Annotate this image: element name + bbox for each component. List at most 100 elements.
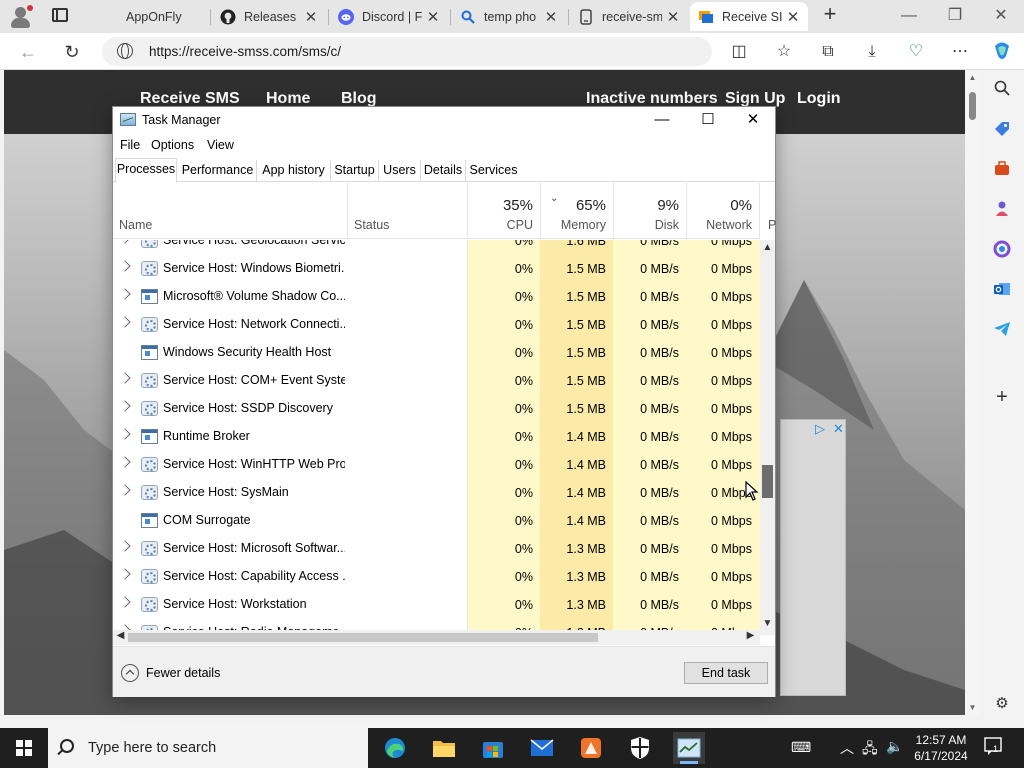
disk-column-header[interactable]: 9% Disk <box>613 183 686 239</box>
close-tab-icon[interactable]: ✕ <box>304 8 318 26</box>
address-bar[interactable]: https://receive-smss.com/sms/c/ <box>102 37 712 66</box>
table-row[interactable]: Microsoft® Volume Shadow Co... 0% 1.5 MB 0 … <box>113 282 760 310</box>
task-manager-titlebar[interactable]: Task Manager — ☐ ✕ <box>113 107 775 133</box>
fewer-details-chevron-icon[interactable] <box>121 664 139 682</box>
network-column-header[interactable]: 0% Network <box>686 183 759 239</box>
scroll-down-arrow-icon[interactable]: ▼ <box>760 618 775 629</box>
browser-essentials-icon[interactable]: ♡ <box>904 40 928 64</box>
fewer-details-link[interactable]: Fewer details <box>146 666 220 680</box>
horizontal-scroll-thumb[interactable] <box>128 633 598 642</box>
close-tab-icon[interactable]: ✕ <box>426 8 440 26</box>
tab-users[interactable]: Users <box>379 160 421 182</box>
expand-chevron-icon[interactable] <box>119 372 131 384</box>
table-row[interactable]: Service Host: WinHTTP Web Pro... 0% 1.4 MB… <box>113 450 760 478</box>
table-row[interactable]: Service Host: Microsoft Softwar... 0% 1.3 … <box>113 534 760 562</box>
network-icon[interactable]: 🖧 <box>862 738 878 762</box>
downloads-icon[interactable]: ⤓ <box>860 40 884 64</box>
volume-icon[interactable]: 🔈 <box>886 738 903 755</box>
file-explorer-icon[interactable] <box>428 732 460 764</box>
expand-chevron-icon[interactable] <box>119 456 131 468</box>
action-center-keyboard-icon[interactable]: ⌨ <box>791 739 811 756</box>
copilot-icon[interactable] <box>990 40 1014 64</box>
games-icon[interactable] <box>990 200 1014 224</box>
cpu-column-header[interactable]: 35% CPU <box>467 183 540 239</box>
scroll-left-arrow-icon[interactable]: ◀ <box>113 630 128 641</box>
edge-icon[interactable] <box>379 732 411 764</box>
ad-banner[interactable]: ▷ ✕ <box>780 419 846 696</box>
table-row[interactable]: Service Host: SSDP Discovery 0% 1.5 MB 0 MB… <box>113 394 760 422</box>
expand-chevron-icon[interactable] <box>119 400 131 412</box>
page-scrollbar[interactable]: ▲ ▼ <box>965 70 980 715</box>
tab-processes[interactable]: Processes <box>115 158 177 183</box>
end-task-button[interactable]: End task <box>684 662 768 684</box>
shopping-tag-icon[interactable] <box>990 120 1014 144</box>
table-row[interactable]: Service Host: COM+ Event Syste... 0% 1.5 M… <box>113 366 760 394</box>
tab-app-history[interactable]: App history <box>257 160 331 182</box>
tab-actions-icon[interactable] <box>52 8 68 22</box>
expand-chevron-icon[interactable] <box>119 288 131 300</box>
tm-minimize-icon[interactable]: — <box>639 107 685 133</box>
table-row[interactable]: Service Host: Capability Access ... 0% 1.3… <box>113 562 760 590</box>
store-icon[interactable] <box>477 732 509 764</box>
new-tab-plus-icon[interactable]: + <box>819 3 841 27</box>
table-row[interactable]: Service Host: SysMain 0% 1.4 MB 0 MB/s 0 Mbp… <box>113 478 760 506</box>
close-tab-icon[interactable]: ✕ <box>786 8 800 26</box>
more-options-icon[interactable]: ⋯ <box>948 40 972 64</box>
ad-close-icon[interactable]: ✕ <box>833 421 844 437</box>
tab-discord[interactable]: Discord | F ✕ <box>330 2 448 31</box>
expand-chevron-icon[interactable] <box>119 484 131 496</box>
close-tab-icon[interactable]: ✕ <box>544 8 558 26</box>
task-manager-icon[interactable] <box>673 732 705 764</box>
outlook-icon[interactable] <box>990 280 1014 304</box>
profile-avatar-icon[interactable] <box>8 4 34 30</box>
scroll-right-arrow-icon[interactable]: ▶ <box>743 630 758 641</box>
adchoices-icon[interactable]: ▷ <box>815 421 825 437</box>
telegram-icon[interactable] <box>990 320 1014 344</box>
tab-releases[interactable]: Releases ✕ <box>212 2 326 31</box>
tab-receive-sms-alt[interactable]: receive-sm ✕ <box>570 2 688 31</box>
tab-performance[interactable]: Performance <box>179 160 257 182</box>
table-row[interactable]: Windows Security Health Host 0% 1.5 MB 0 MB… <box>113 338 760 366</box>
menu-file[interactable]: File <box>120 138 140 152</box>
tab-services[interactable]: Services <box>466 160 521 182</box>
memory-column-header[interactable]: ⌄ 65% Memory <box>540 183 613 239</box>
window-minimize-icon[interactable]: — <box>886 2 932 30</box>
collections-icon[interactable]: ⧉ <box>816 40 840 64</box>
process-list-horizontal-scrollbar[interactable]: ◀ ▶ <box>113 630 760 645</box>
add-sidebar-app-plus-icon[interactable]: + <box>990 385 1014 409</box>
expand-chevron-icon[interactable] <box>119 596 131 608</box>
mail-icon[interactable] <box>526 732 558 764</box>
tab-apponfly[interactable]: AppOnFly <box>94 2 208 31</box>
system-clock[interactable]: 12:57 AM 6/17/2024 <box>913 732 969 764</box>
split-screen-icon[interactable]: ◫ <box>727 40 751 64</box>
scroll-up-arrow-icon[interactable]: ▲ <box>760 242 775 253</box>
microsoft-365-icon[interactable] <box>990 240 1014 264</box>
security-icon[interactable] <box>624 732 656 764</box>
vertical-scroll-thumb[interactable] <box>762 465 773 498</box>
tools-briefcase-icon[interactable] <box>990 160 1014 184</box>
refresh-icon[interactable]: ↻ <box>59 39 85 65</box>
sidebar-search-icon[interactable] <box>990 80 1014 104</box>
back-arrow-icon[interactable]: ← <box>15 39 41 65</box>
table-row[interactable]: Runtime Broker 0% 1.4 MB 0 MB/s 0 Mbps <box>113 422 760 450</box>
close-tab-icon[interactable]: ✕ <box>666 8 680 26</box>
status-column-header[interactable]: Status <box>347 183 467 239</box>
power-column-header[interactable]: P <box>759 183 776 239</box>
nav-login-link[interactable]: Login <box>797 90 841 108</box>
windows-start-icon[interactable] <box>16 740 32 756</box>
table-row[interactable]: COM Surrogate 0% 1.4 MB 0 MB/s 0 Mbps <box>113 506 760 534</box>
table-row[interactable]: Service Host: Workstation 0% 1.3 MB 0 MB/s 0… <box>113 590 760 618</box>
tm-close-icon[interactable]: ✕ <box>730 107 776 133</box>
sidebar-settings-gear-icon[interactable]: ⚙ <box>990 692 1014 716</box>
menu-view[interactable]: View <box>207 138 234 152</box>
name-column-header[interactable]: Name <box>113 183 347 239</box>
expand-chevron-icon[interactable] <box>119 260 131 272</box>
notifications-icon[interactable]: 1 <box>984 736 1004 756</box>
tm-maximize-icon[interactable]: ☐ <box>685 107 731 133</box>
favorites-star-icon[interactable]: ☆ <box>772 40 796 64</box>
expand-chevron-icon[interactable] <box>119 568 131 580</box>
expand-chevron-icon[interactable] <box>119 428 131 440</box>
expand-chevron-icon[interactable] <box>119 316 131 328</box>
page-scroll-thumb[interactable] <box>969 92 976 120</box>
window-restore-icon[interactable]: ❐ <box>932 2 978 30</box>
